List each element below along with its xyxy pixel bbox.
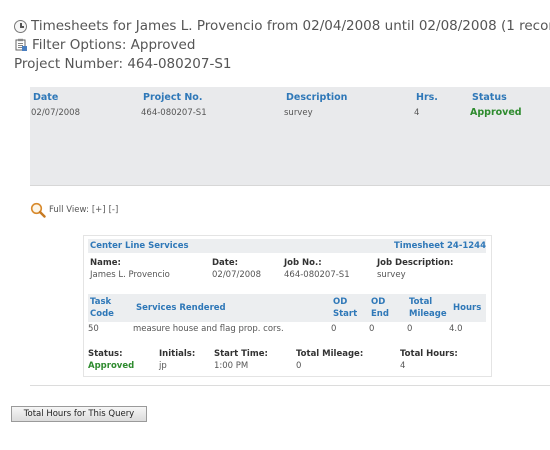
row-project[interactable]: 464-080207-S1 xyxy=(141,108,207,118)
column-header-status[interactable]: Status xyxy=(472,92,507,103)
od-start-header-line1: OD xyxy=(333,297,348,307)
name-value: James L. Provencio xyxy=(90,270,170,280)
od-start-header-line2: Start xyxy=(333,309,358,319)
filter-icon xyxy=(15,38,27,51)
page-title-row: Timesheets for James L. Provencio from 0… xyxy=(14,18,550,34)
services-header: Services Rendered xyxy=(136,303,226,313)
total-hours-value: 4 xyxy=(400,361,406,371)
service-value: measure house and flag prop. cors. xyxy=(133,324,284,334)
task-code-value: 50 xyxy=(88,324,99,334)
start-time-value: 1:00 PM xyxy=(214,361,249,371)
results-table: Date Project No. Description Hrs. Status… xyxy=(30,87,550,186)
row-description[interactable]: survey xyxy=(284,108,313,118)
mileage-value: 0 xyxy=(407,324,413,334)
timesheet-detail-card: Center Line Services Timesheet 24-1244 N… xyxy=(83,235,492,377)
filter-row: Filter Options: Approved xyxy=(14,37,195,53)
total-mileage-header-line1: Total xyxy=(409,297,433,307)
od-end-value: 0 xyxy=(369,324,375,334)
project-number: Project Number: 464-080207-S1 xyxy=(14,56,232,72)
divider xyxy=(30,385,550,386)
od-start-value: 0 xyxy=(331,324,337,334)
task-code-header-line1: Task xyxy=(90,297,112,307)
page-title: Timesheets for James L. Provencio from 0… xyxy=(31,18,550,34)
timesheet-number: Timesheet 24-1244 xyxy=(394,241,487,251)
job-description-label: Job Description: xyxy=(377,258,454,268)
name-label: Name: xyxy=(90,258,121,268)
magnifier-icon xyxy=(30,202,46,218)
column-header-project[interactable]: Project No. xyxy=(143,92,202,103)
job-no-value: 464-080207-S1 xyxy=(284,270,350,280)
total-mileage-header-line2: Mileage xyxy=(409,309,447,319)
hours-value: 4.0 xyxy=(449,324,463,334)
job-description-value: survey xyxy=(377,270,406,280)
full-view-toggle: Full View: [+] [-] xyxy=(30,202,118,218)
status-badge: Approved xyxy=(88,361,135,371)
job-no-label: Job No.: xyxy=(284,258,322,268)
expand-link[interactable]: [+] xyxy=(92,205,106,215)
date-value: 02/07/2008 xyxy=(212,270,261,280)
task-code-header-line2: Code xyxy=(90,309,114,319)
column-header-date[interactable]: Date xyxy=(33,92,58,103)
initials-label: Initials: xyxy=(159,349,196,359)
total-hours-label: Total Hours: xyxy=(400,349,458,359)
total-mileage-label: Total Mileage: xyxy=(296,349,364,359)
total-hours-button[interactable]: Total Hours for This Query xyxy=(11,406,147,422)
status-label: Status: xyxy=(88,349,123,359)
row-status[interactable]: Approved xyxy=(470,107,522,118)
initials-value: jp xyxy=(159,361,167,371)
full-view-label: Full View: xyxy=(49,205,89,215)
row-date[interactable]: 02/07/2008 xyxy=(31,108,80,118)
column-header-description[interactable]: Description xyxy=(286,92,347,103)
collapse-link[interactable]: [-] xyxy=(109,205,119,215)
hours-header: Hours xyxy=(453,303,482,313)
od-end-header-line2: End xyxy=(371,309,389,319)
row-hours[interactable]: 4 xyxy=(414,108,419,118)
company-name: Center Line Services xyxy=(90,241,189,251)
filter-options: Filter Options: Approved xyxy=(32,37,196,53)
clock-icon xyxy=(14,19,27,33)
column-header-hours[interactable]: Hrs. xyxy=(416,92,438,103)
date-label: Date: xyxy=(212,258,239,268)
total-mileage-value: 0 xyxy=(296,361,302,371)
od-end-header-line1: OD xyxy=(371,297,386,307)
start-time-label: Start Time: xyxy=(214,349,268,359)
